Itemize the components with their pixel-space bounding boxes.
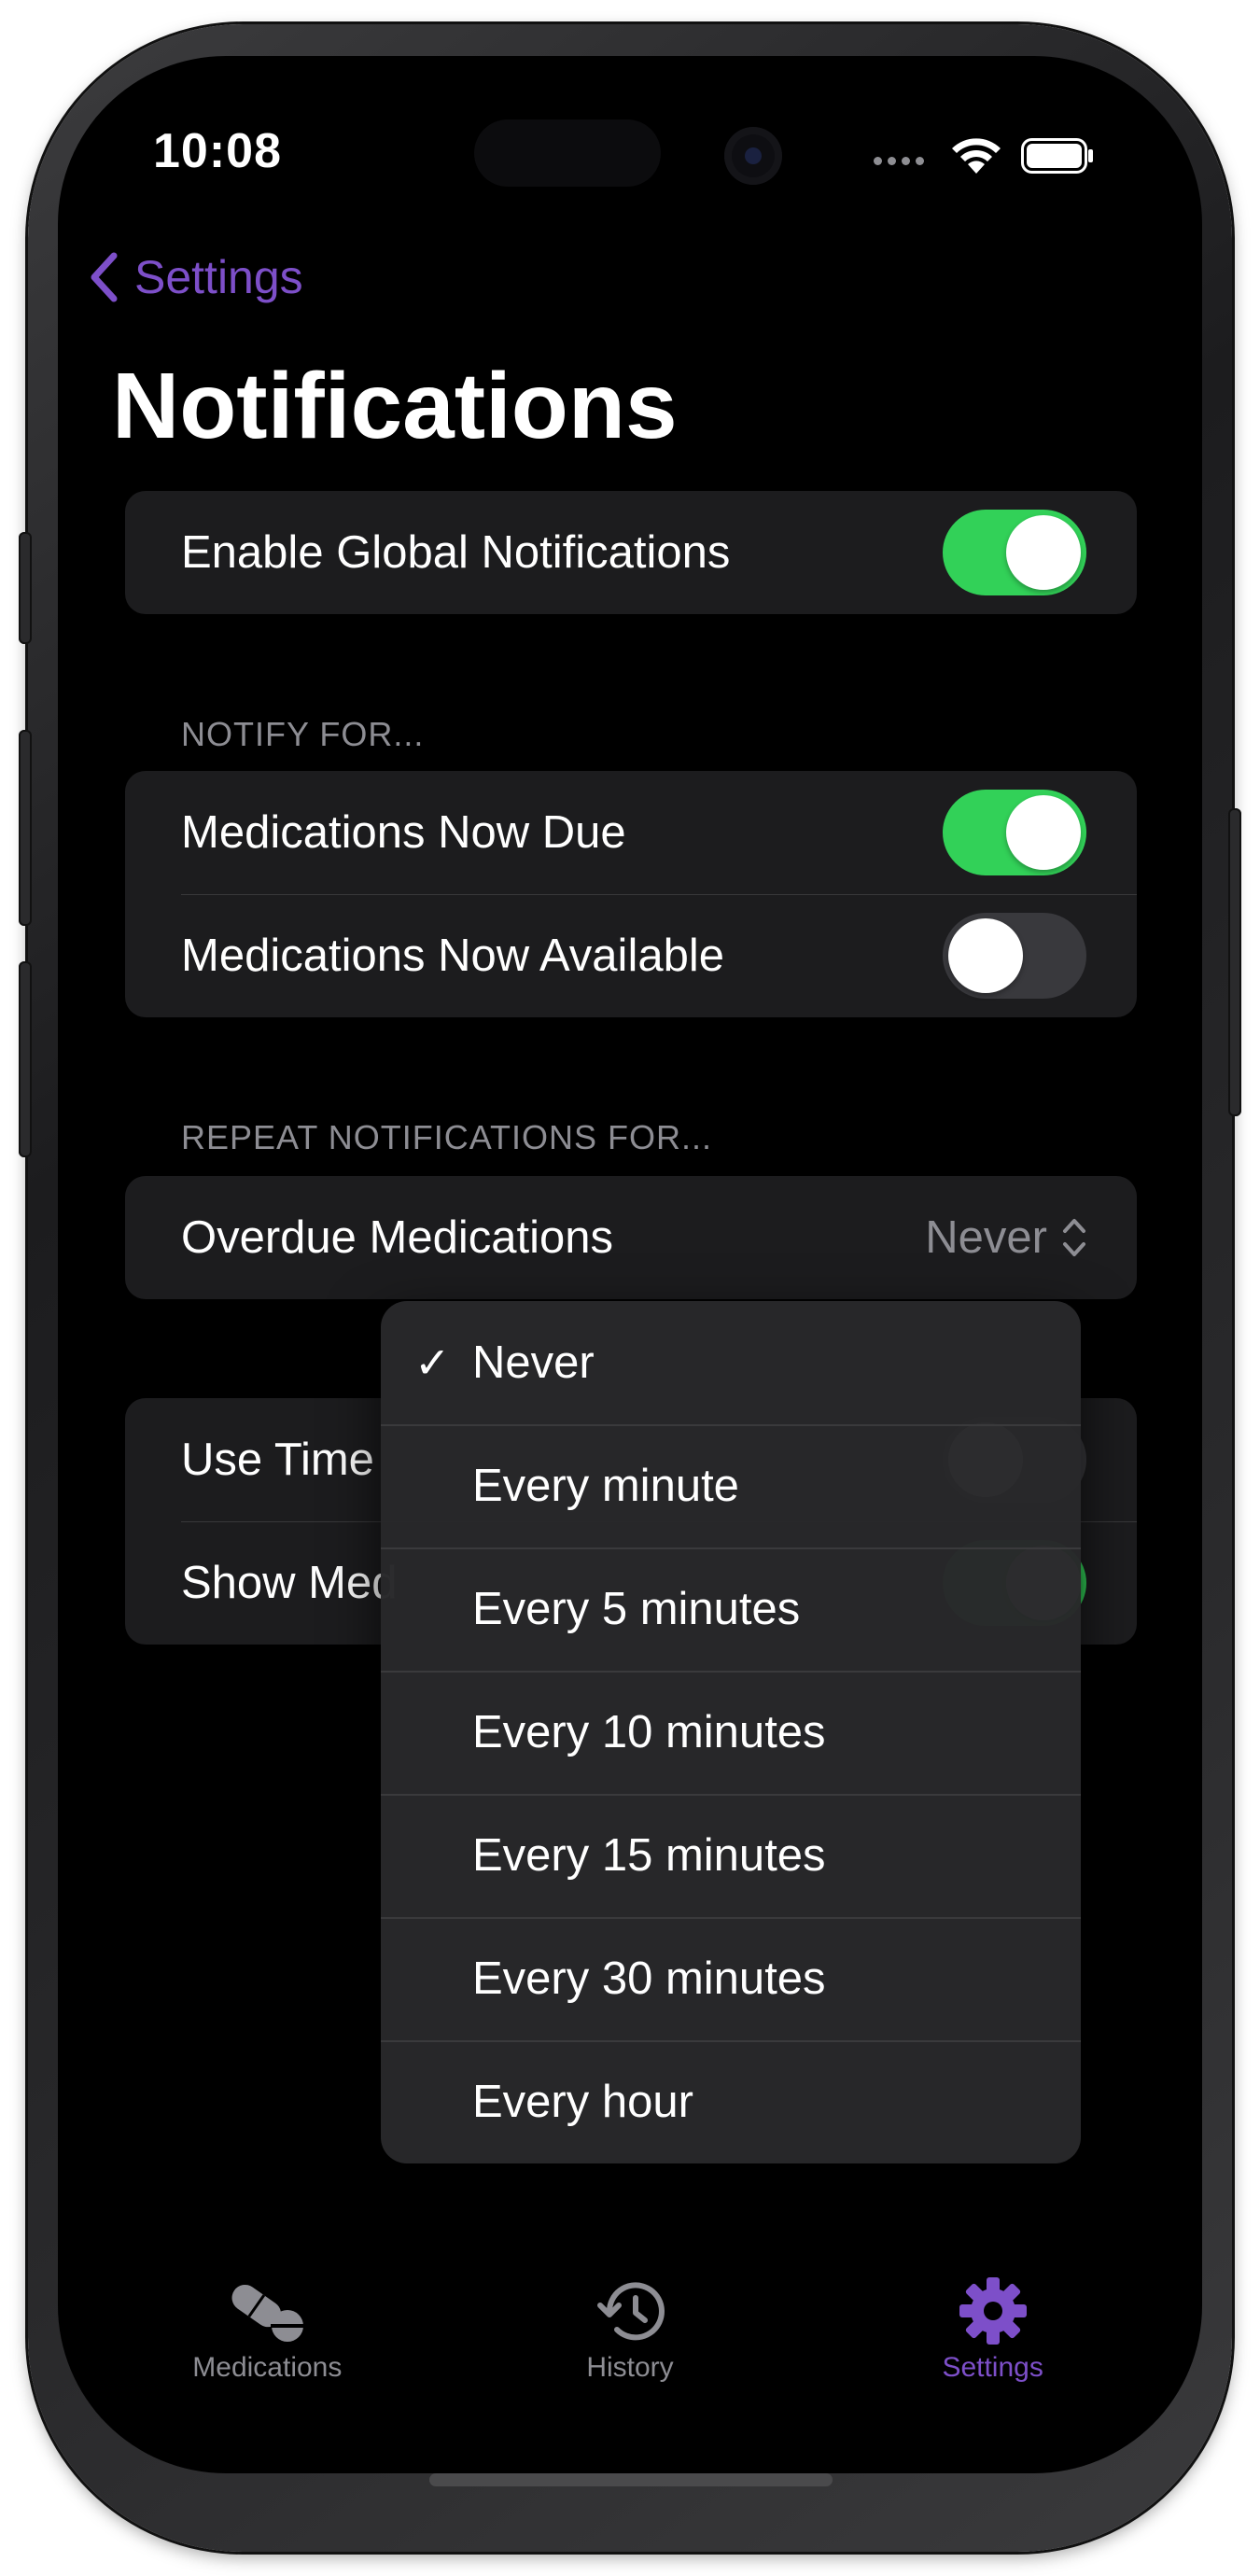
enable-global-notifications-row: Enable Global Notifications (125, 491, 1137, 614)
menu-item-label: Every hour (472, 2077, 693, 2127)
gear-icon (959, 2277, 1027, 2345)
status-time: 10:08 (153, 124, 282, 178)
repeat-notifications-header: REPEAT NOTIFICATIONS FOR... (181, 1118, 713, 1156)
volume-down-button (19, 961, 32, 1157)
enable-global-notifications-label: Enable Global Notifications (181, 527, 731, 578)
menu-item-label: Every 30 minutes (472, 1953, 826, 2004)
repeat-notifications-group: Overdue Medications Never (125, 1176, 1137, 1299)
menu-item-every-hour[interactable]: Every hour (381, 2040, 1081, 2163)
medications-now-due-row: Medications Now Due (125, 771, 1137, 894)
tab-settings[interactable]: Settings (839, 2277, 1147, 2384)
menu-item-every-30-minutes[interactable]: Every 30 minutes (381, 1917, 1081, 2040)
volume-up-button (19, 730, 32, 926)
history-clock-icon (596, 2282, 665, 2341)
enable-global-notifications-toggle[interactable] (943, 510, 1086, 595)
chevron-left-icon (91, 252, 118, 302)
use-time-label: Use Time (181, 1435, 374, 1485)
checkmark-icon: ✓ (414, 1337, 451, 1388)
overdue-medications-label: Overdue Medications (181, 1212, 614, 1263)
page-title: Notifications (112, 354, 678, 458)
notify-for-group: Medications Now Due Medications Now Avai… (125, 771, 1137, 1017)
tab-settings-label: Settings (942, 2352, 1043, 2383)
front-camera (724, 127, 782, 185)
menu-item-label: Every 10 minutes (472, 1707, 826, 1757)
tab-medications-label: Medications (192, 2352, 343, 2383)
menu-item-label: Never (472, 1337, 595, 1388)
menu-item-label: Every minute (472, 1461, 739, 1511)
overdue-medications-value: Never (925, 1212, 1047, 1263)
menu-item-never[interactable]: ✓ Never (381, 1301, 1081, 1424)
wifi-icon (952, 138, 1001, 174)
global-notifications-group: Enable Global Notifications (125, 491, 1137, 614)
battery-icon (1021, 138, 1093, 174)
menu-item-every-10-minutes[interactable]: Every 10 minutes (381, 1671, 1081, 1794)
tab-medications[interactable]: Medications (113, 2277, 421, 2384)
back-button[interactable]: Settings (90, 250, 303, 304)
back-label: Settings (134, 251, 303, 303)
medications-now-due-label: Medications Now Due (181, 807, 626, 858)
tab-history-label: History (586, 2352, 674, 2383)
menu-item-label: Every 15 minutes (472, 1830, 826, 1881)
medications-now-available-label: Medications Now Available (181, 931, 724, 981)
tab-bar: Medications History Settings (86, 2277, 1174, 2384)
pill-icon (231, 2284, 305, 2342)
chevron-up-down-icon (1063, 1219, 1085, 1256)
repeat-interval-menu: ✓ Never Every minute Every 5 minutes Eve… (381, 1301, 1081, 2163)
cellular-signal-icon (874, 157, 924, 165)
menu-item-every-5-minutes[interactable]: Every 5 minutes (381, 1547, 1081, 1671)
show-med-label: Show Med (181, 1558, 398, 1608)
home-indicator (429, 2473, 833, 2486)
dynamic-island (474, 119, 661, 187)
menu-item-label: Every 5 minutes (472, 1584, 801, 1634)
menu-item-every-15-minutes[interactable]: Every 15 minutes (381, 1794, 1081, 1917)
medications-now-available-row: Medications Now Available (125, 894, 1137, 1017)
medications-now-available-toggle[interactable] (943, 913, 1086, 999)
action-button (19, 532, 32, 644)
power-button (1228, 808, 1241, 1116)
medications-now-due-toggle[interactable] (943, 790, 1086, 875)
notify-for-header: NOTIFY FOR... (181, 715, 425, 753)
overdue-medications-row[interactable]: Overdue Medications Never (125, 1176, 1137, 1299)
menu-item-every-minute[interactable]: Every minute (381, 1424, 1081, 1547)
overdue-medications-picker[interactable]: Never (925, 1211, 1086, 1264)
tab-history[interactable]: History (476, 2277, 784, 2384)
